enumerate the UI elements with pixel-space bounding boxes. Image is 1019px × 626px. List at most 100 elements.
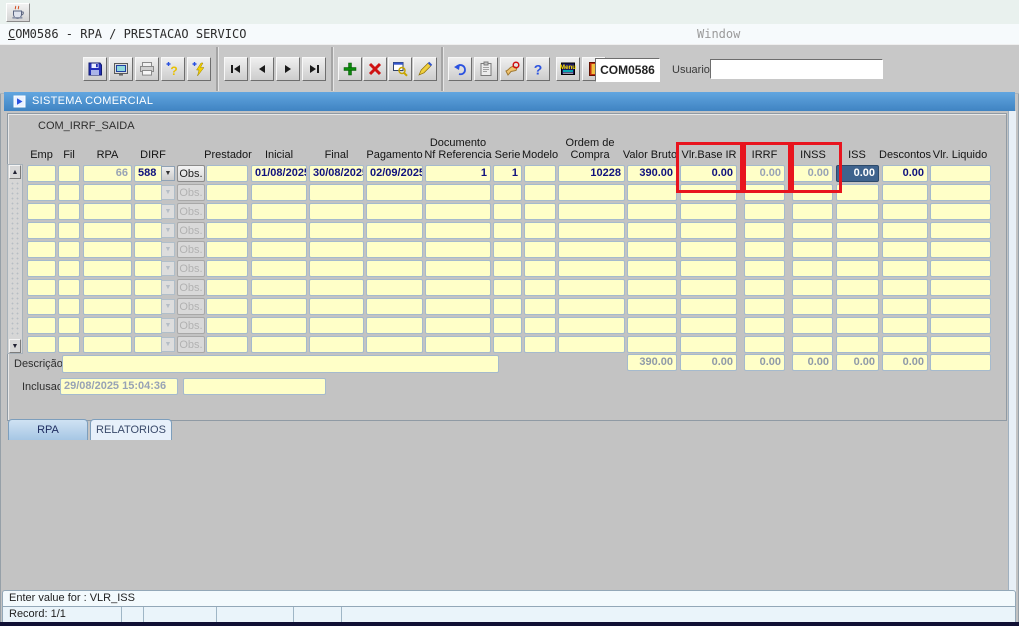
cell-modelo[interactable] — [524, 184, 556, 201]
cell-rpa[interactable] — [83, 317, 132, 334]
cell-vlr-base-ir[interactable] — [680, 317, 737, 334]
obs-button[interactable]: Obs. — [177, 165, 205, 182]
chevron-down-icon[interactable]: ▼ — [161, 166, 175, 181]
chevron-down-icon[interactable]: ▼ — [161, 318, 175, 333]
cell-documento-nf-referencia[interactable]: 1 — [425, 165, 491, 182]
cell-pagamento[interactable] — [366, 222, 423, 239]
cell-documento-nf-referencia[interactable] — [425, 317, 491, 334]
chevron-down-icon[interactable]: ▼ — [161, 299, 175, 314]
cell-descontos[interactable] — [882, 222, 928, 239]
tab-rpa[interactable]: RPA — [8, 419, 88, 440]
cell-valor-bruto[interactable] — [627, 336, 677, 353]
cell-valor-bruto[interactable]: 390.00 — [627, 165, 677, 182]
cell-final[interactable] — [309, 317, 364, 334]
cell-dirf-combo[interactable] — [134, 222, 162, 239]
cell-pagamento[interactable] — [366, 336, 423, 353]
cell-pagamento[interactable]: 02/09/2025 — [366, 165, 423, 182]
cell-documento-nf-referencia[interactable] — [425, 222, 491, 239]
lock-record-button[interactable] — [500, 57, 524, 81]
cell-prestador[interactable] — [206, 260, 248, 277]
cell-serie[interactable] — [493, 260, 522, 277]
cell-irrf[interactable] — [744, 260, 785, 277]
cell-vlr-liquido[interactable] — [930, 336, 991, 353]
cell-iss[interactable] — [836, 203, 879, 220]
first-record-button[interactable] — [224, 57, 248, 81]
cell-prestador[interactable] — [206, 241, 248, 258]
cell-ordem-de-compra[interactable] — [558, 260, 625, 277]
cell-fil[interactable] — [58, 184, 80, 201]
cell-descontos[interactable] — [882, 336, 928, 353]
cell-dirf-combo[interactable] — [134, 317, 162, 334]
cell-inicial[interactable] — [251, 241, 307, 258]
cell-modelo[interactable] — [524, 336, 556, 353]
chevron-down-icon[interactable]: ▼ — [161, 242, 175, 257]
cell-serie[interactable]: 1 — [493, 165, 522, 182]
clear-record-button[interactable] — [413, 57, 437, 81]
cell-inss[interactable] — [792, 203, 833, 220]
delete-record-button[interactable] — [363, 57, 387, 81]
cell-documento-nf-referencia[interactable] — [425, 298, 491, 315]
cell-vlr-liquido[interactable] — [930, 165, 991, 182]
cell-descontos[interactable] — [882, 317, 928, 334]
cell-prestador[interactable] — [206, 279, 248, 296]
cell-emp[interactable] — [27, 298, 56, 315]
cell-rpa[interactable] — [83, 222, 132, 239]
cell-documento-nf-referencia[interactable] — [425, 184, 491, 201]
descricao-field[interactable] — [62, 355, 499, 373]
cell-ordem-de-compra[interactable]: 10228 — [558, 165, 625, 182]
cell-emp[interactable] — [27, 241, 56, 258]
tab-relatorios[interactable]: RELATORIOS — [90, 419, 172, 440]
cell-serie[interactable] — [493, 336, 522, 353]
undo-button[interactable] — [448, 57, 472, 81]
cell-valor-bruto[interactable] — [627, 279, 677, 296]
chevron-down-icon[interactable]: ▼ — [161, 204, 175, 219]
obs-button[interactable]: Obs. — [177, 317, 205, 334]
menu-button[interactable]: Menu — [556, 57, 580, 81]
cell-iss[interactable] — [836, 336, 879, 353]
cell-pagamento[interactable] — [366, 241, 423, 258]
cell-iss[interactable] — [836, 317, 879, 334]
cell-serie[interactable] — [493, 184, 522, 201]
cell-rpa[interactable] — [83, 184, 132, 201]
cell-vlr-liquido[interactable] — [930, 241, 991, 258]
cell-valor-bruto[interactable] — [627, 317, 677, 334]
cell-irrf[interactable] — [744, 317, 785, 334]
window-menu-title[interactable]: COM0586 - RPA / PRESTACAO SERVICO — [8, 27, 246, 41]
cell-inicial[interactable] — [251, 298, 307, 315]
cell-final[interactable] — [309, 260, 364, 277]
cell-vlr-liquido[interactable] — [930, 184, 991, 201]
cell-iss[interactable] — [836, 222, 879, 239]
cell-fil[interactable] — [58, 298, 80, 315]
cell-iss[interactable] — [836, 260, 879, 277]
cell-vlr-base-ir[interactable] — [680, 298, 737, 315]
cell-dirf-combo[interactable] — [134, 241, 162, 258]
cell-inicial[interactable]: 01/08/2025 — [251, 165, 307, 182]
cell-inss[interactable] — [792, 298, 833, 315]
print-button[interactable] — [135, 57, 159, 81]
java-applet-button[interactable] — [6, 3, 30, 22]
cell-ordem-de-compra[interactable] — [558, 203, 625, 220]
cell-ordem-de-compra[interactable] — [558, 241, 625, 258]
cell-descontos[interactable] — [882, 184, 928, 201]
cell-irrf[interactable] — [744, 298, 785, 315]
cell-descontos[interactable] — [882, 241, 928, 258]
cell-iss[interactable]: 0.00 — [836, 165, 879, 182]
cell-descontos[interactable] — [882, 279, 928, 296]
cell-emp[interactable] — [27, 165, 56, 182]
cell-serie[interactable] — [493, 317, 522, 334]
cell-pagamento[interactable] — [366, 279, 423, 296]
cell-final[interactable]: 30/08/2025 — [309, 165, 364, 182]
cell-inicial[interactable] — [251, 184, 307, 201]
cell-documento-nf-referencia[interactable] — [425, 203, 491, 220]
cell-emp[interactable] — [27, 317, 56, 334]
cell-vlr-base-ir[interactable] — [680, 203, 737, 220]
cell-serie[interactable] — [493, 203, 522, 220]
cell-valor-bruto[interactable] — [627, 184, 677, 201]
cell-dirf-combo[interactable] — [134, 279, 162, 296]
cell-pagamento[interactable] — [366, 203, 423, 220]
previous-record-button[interactable] — [250, 57, 274, 81]
cell-ordem-de-compra[interactable] — [558, 298, 625, 315]
obs-button[interactable]: Obs. — [177, 260, 205, 277]
cell-iss[interactable] — [836, 279, 879, 296]
cell-inss[interactable] — [792, 336, 833, 353]
